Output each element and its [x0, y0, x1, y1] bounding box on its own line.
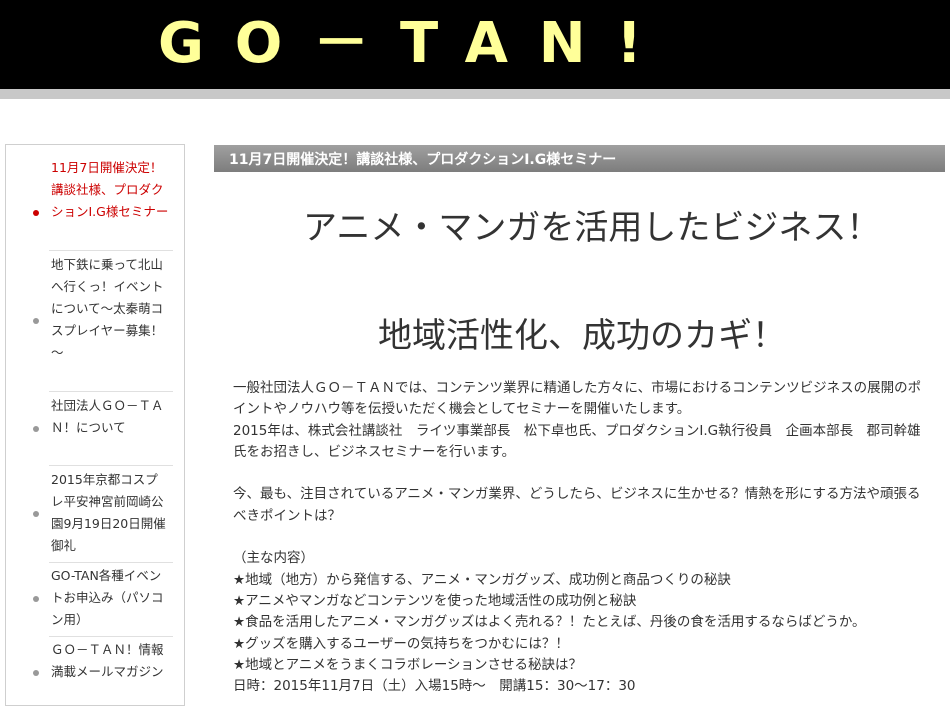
paragraph: 今、最も、注目されているアニメ・マンガ業界、どうしたら、ビジネスに生かせる？情熱… [233, 486, 921, 524]
sidebar-item-label[interactable]: 地下鉄に乗って北山へ行くっ！イベントについて～太秦萌コスプレイヤー募集！～ [51, 254, 169, 364]
sidebar-divider [49, 465, 173, 466]
sidebar-item-label[interactable]: ＧＯ－ＴＡＮ！情報満載メールマガジン [51, 639, 169, 683]
sidebar-item-label[interactable]: 社団法人ＧＯ－ＴＡＮ！について [51, 395, 169, 439]
bullet-icon [33, 596, 39, 602]
paragraph: 2015年は、株式会社講談社 ライツ事業部長 松下卓也氏、プロダクションI.G執… [233, 422, 921, 460]
paragraph: ★地域（地方）から発信する、アニメ・マンガグッズ、成功例と商品つくりの秘訣 [233, 571, 731, 588]
sidebar: 11月7日開催決定！講談社様、プロダクションI.G様セミナー 地下鉄に乗って北山… [5, 144, 185, 706]
headline-sub: 地域活性化、成功のカギ！ [378, 316, 786, 356]
site-logo[interactable]: GO－TAN! [158, 8, 673, 80]
bullet-icon [33, 318, 39, 324]
sidebar-item-label[interactable]: 2015年京都コスプレ平安神宮前岡崎公園9月19日20日開催御礼 [51, 469, 169, 557]
article-body: 一般社団法人ＧＯ－ＴＡＮでは、コンテンツ業界に精通した方々に、市場におけるコンテ… [233, 378, 923, 697]
post-title-bar: 11月7日開催決定！講談社様、プロダクションI.G様セミナー [214, 145, 945, 172]
sidebar-divider [49, 636, 173, 637]
bullet-icon [33, 426, 39, 432]
sidebar-divider [49, 250, 173, 251]
paragraph: ★食品を活用したアニメ・マンガグッズはよく売れる？！たとえば、丹後の食を活用する… [233, 614, 866, 631]
bullet-icon [33, 511, 39, 517]
paragraph: ★アニメやマンガなどコンテンツを使った地域活性の成功例と秘訣 [233, 592, 637, 609]
paragraph: 日時：2015年11月7日（土）入場15時～ 開講15：30～17：30 [233, 678, 636, 695]
paragraph: ★グッズを購入するユーザーの気持ちをつかむには？！ [233, 635, 569, 652]
post-title: 11月7日開催決定！講談社様、プロダクションI.G様セミナー [229, 152, 617, 168]
paragraph: 一般社団法人ＧＯ－ＴＡＮでは、コンテンツ業界に精通した方々に、市場におけるコンテ… [233, 380, 922, 418]
bullet-icon [33, 210, 39, 216]
site-header: GO－TAN! [0, 0, 950, 89]
sidebar-divider [49, 562, 173, 563]
paragraph: ★地域とアニメをうまくコラボレーションさせる秘訣は？ [233, 656, 583, 673]
sidebar-divider [49, 391, 173, 392]
sidebar-item-label[interactable]: 11月7日開催決定！講談社様、プロダクションI.G様セミナー [51, 157, 169, 223]
headline-main: アニメ・マンガを活用したビジネス！ [303, 208, 881, 248]
paragraph: （主な内容） [233, 550, 314, 567]
sidebar-item-label[interactable]: GO-TAN各種イベントお申込み（パソコン用） [51, 565, 169, 631]
header-divider [0, 89, 950, 99]
bullet-icon [33, 670, 39, 676]
